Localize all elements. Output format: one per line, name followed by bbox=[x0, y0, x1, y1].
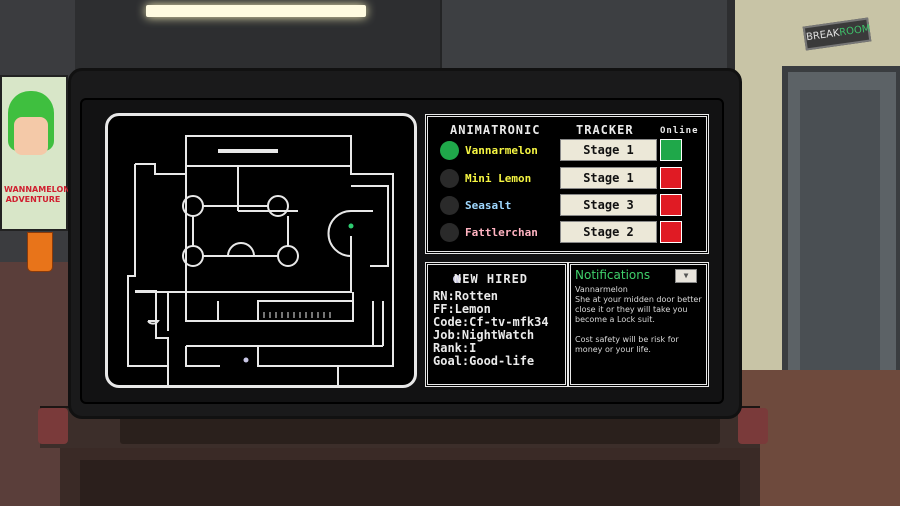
ceiling-vent bbox=[440, 0, 727, 70]
notifications-dropdown-button[interactable]: ▼ bbox=[675, 269, 697, 283]
notification-message: Vannarmelon She at your midden door bett… bbox=[575, 285, 702, 354]
tracker-row[interactable]: Vannarmelon Stage 1 bbox=[438, 139, 698, 163]
online-status-indicator bbox=[660, 167, 682, 189]
tracker-header-animatronic: ANIMATRONIC bbox=[450, 123, 541, 137]
hired-info-line: FF:Lemon bbox=[433, 302, 491, 316]
hinge-left-cap bbox=[38, 408, 68, 444]
floor-map-drawing bbox=[127, 135, 394, 385]
tracker-header-online: Online bbox=[660, 126, 699, 136]
door-opening bbox=[800, 90, 880, 390]
hired-info-line: Code:Cf-tv-mfk34 bbox=[433, 315, 549, 329]
hired-info-line: Goal:Good-life bbox=[433, 354, 535, 368]
monitor-hinge-bar bbox=[120, 416, 720, 444]
hired-info-line: Job:NightWatch bbox=[433, 328, 535, 342]
animatronic-name: Fattlerchan bbox=[465, 226, 538, 239]
online-status-indicator bbox=[660, 221, 682, 243]
select-indicator-icon[interactable] bbox=[440, 196, 459, 215]
select-indicator-icon[interactable] bbox=[440, 141, 459, 160]
online-status-indicator bbox=[660, 194, 682, 216]
poster-title: WANNAMELON ADVENTURE bbox=[4, 185, 70, 204]
stage-button[interactable]: Stage 2 bbox=[560, 221, 657, 243]
animatronic-tracker: ANIMATRONIC TRACKER Online Vannarmelon S… bbox=[425, 114, 709, 254]
tracker-row[interactable]: Fattlerchan Stage 2 bbox=[438, 221, 698, 245]
stage-button[interactable]: Stage 1 bbox=[560, 139, 657, 161]
online-status-indicator bbox=[660, 139, 682, 161]
floor-map[interactable] bbox=[105, 113, 417, 388]
animatronic-name: Seasalt bbox=[465, 199, 512, 212]
new-hired-title: NEW HIRED bbox=[454, 272, 529, 286]
stage-button[interactable]: Stage 3 bbox=[560, 194, 657, 216]
notifications-title: Notifications bbox=[575, 268, 651, 282]
select-indicator-icon[interactable] bbox=[440, 169, 459, 188]
notifications-panel: Notifications ▼ Vannarmelon She at your … bbox=[568, 262, 709, 387]
chevron-down-icon: ▼ bbox=[683, 271, 689, 280]
player-map-marker bbox=[243, 357, 249, 363]
hired-info-line: RN:Rotten bbox=[433, 289, 499, 303]
vannarmelon-map-marker bbox=[348, 223, 354, 229]
animatronic-name: Vannarmelon bbox=[465, 144, 538, 157]
wall-poster: WANNAMELON ADVENTURE bbox=[0, 75, 70, 231]
select-indicator-icon[interactable] bbox=[440, 223, 459, 242]
animatronic-name: Mini Lemon bbox=[465, 172, 532, 185]
tracker-row[interactable]: Mini Lemon Stage 1 bbox=[438, 167, 698, 191]
hinge-right-cap bbox=[738, 408, 768, 444]
stage-button[interactable]: Stage 1 bbox=[560, 167, 657, 189]
ceiling-light bbox=[146, 5, 366, 17]
orange-cup bbox=[27, 232, 53, 272]
tracker-row[interactable]: Seasalt Stage 3 bbox=[438, 194, 698, 218]
new-hired-panel: NEW HIRED RN:Rotten FF:Lemon Code:Cf-tv-… bbox=[425, 262, 568, 387]
hired-info-line: Rank:I bbox=[433, 341, 477, 355]
tracker-header-tracker: TRACKER bbox=[576, 123, 634, 137]
desk-base-inner bbox=[80, 460, 740, 506]
